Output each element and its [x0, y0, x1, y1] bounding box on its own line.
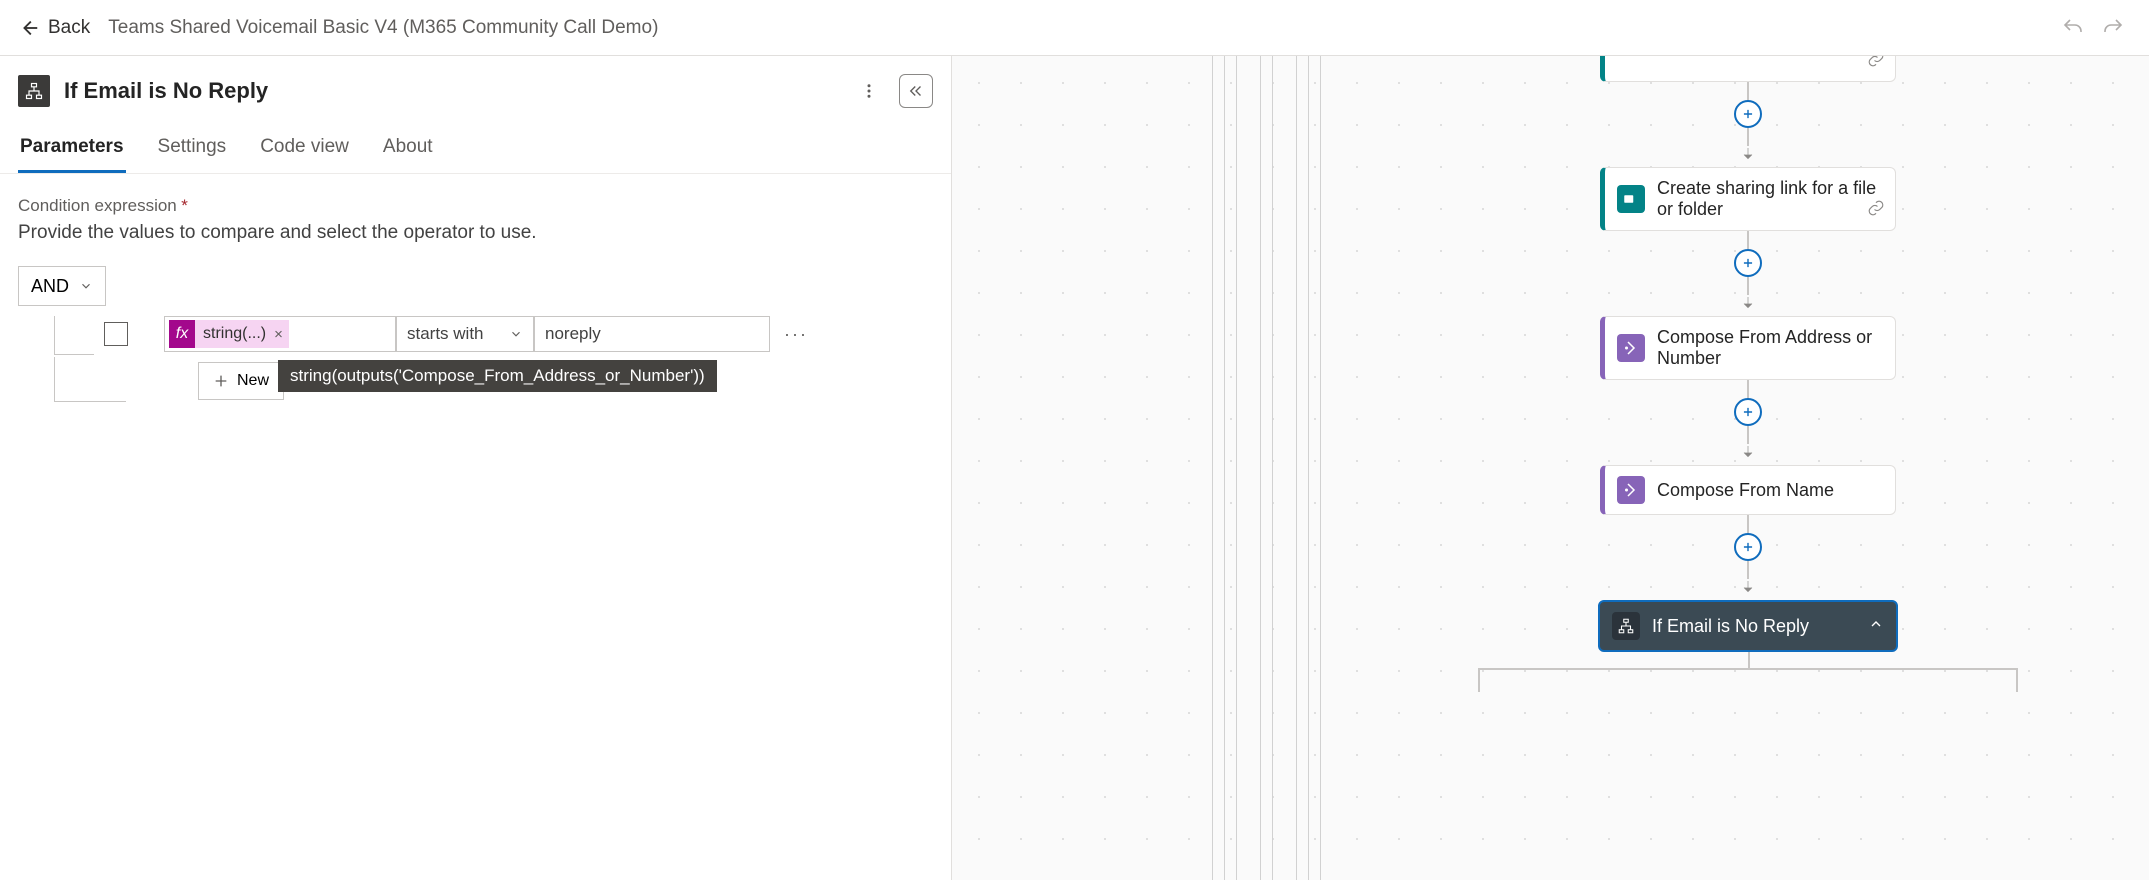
expression-token[interactable]: fx string(...) × — [169, 320, 289, 348]
panel-tabs: Parameters Settings Code view About — [0, 112, 951, 174]
sharepoint-icon: S — [1617, 185, 1645, 213]
group-operator-value: AND — [31, 276, 69, 297]
top-bar: Back Teams Shared Voicemail Basic V4 (M3… — [0, 0, 2149, 56]
expression-token-label: string(...) — [195, 325, 274, 343]
flow-canvas[interactable]: S Create sharing link for a file or fold… — [952, 56, 2149, 880]
config-panel: If Email is No Reply Parameters Settings… — [0, 56, 952, 880]
condition-left-operand[interactable]: fx string(...) × — [164, 316, 396, 352]
flow-card-sharing-link[interactable]: S Create sharing link for a file or fold… — [1600, 167, 1896, 231]
condition-operator-dropdown[interactable]: starts with — [396, 316, 534, 352]
condition-field-label: Condition expression — [18, 196, 177, 215]
redo-icon — [2101, 16, 2125, 40]
back-label: Back — [48, 17, 90, 39]
condition-right-value: noreply — [545, 324, 601, 344]
remove-token-button[interactable]: × — [274, 326, 289, 343]
collapse-node-button[interactable] — [1868, 616, 1884, 637]
flow-card-condition-selected[interactable]: If Email is No Reply — [1598, 600, 1898, 652]
canvas-grid — [952, 56, 2149, 880]
condition-node-icon-chip — [18, 75, 50, 107]
flow-title: Teams Shared Voicemail Basic V4 (M365 Co… — [108, 17, 658, 39]
insert-step-button[interactable] — [1734, 249, 1762, 277]
flow-card-compose-name[interactable]: Compose From Name — [1600, 465, 1896, 515]
back-button[interactable]: Back — [18, 17, 90, 39]
flow-card-compose-from[interactable]: Compose From Address or Number — [1600, 316, 1896, 380]
kebab-icon — [860, 82, 878, 100]
flow-card-label: Compose From Name — [1657, 480, 1834, 501]
undo-icon — [2061, 16, 2085, 40]
new-condition-label: New — [237, 372, 269, 390]
insert-step-button[interactable] — [1734, 100, 1762, 128]
chevron-down-icon — [79, 279, 93, 293]
condition-field-help: Provide the values to compare and select… — [18, 222, 933, 244]
fx-icon: fx — [169, 320, 195, 348]
flow-card-label: Compose From Address or Number — [1657, 327, 1883, 369]
condition-icon — [24, 81, 44, 101]
chevron-down-icon — [509, 327, 523, 341]
tab-about[interactable]: About — [381, 136, 435, 173]
link-icon — [1867, 199, 1885, 222]
condition-row-more[interactable]: ··· — [784, 324, 808, 345]
link-icon — [1867, 56, 1885, 73]
collapse-panel-button[interactable] — [899, 74, 933, 108]
condition-right-operand[interactable]: noreply — [534, 316, 770, 352]
condition-row-checkbox[interactable] — [104, 322, 128, 346]
insert-step-button[interactable] — [1734, 398, 1762, 426]
undo-button[interactable] — [2055, 10, 2091, 46]
svg-text:S: S — [1627, 196, 1632, 203]
arrow-left-icon — [18, 17, 40, 39]
condition-icon — [1612, 612, 1640, 640]
panel-title: If Email is No Reply — [64, 78, 839, 104]
flow-card-partial[interactable] — [1600, 56, 1896, 82]
flow-card-label: Create sharing link for a file or folder — [1657, 178, 1883, 220]
condition-operator-value: starts with — [407, 324, 484, 344]
expression-tooltip: string(outputs('Compose_From_Address_or_… — [278, 360, 717, 392]
tab-code-view[interactable]: Code view — [258, 136, 351, 173]
compose-icon — [1617, 476, 1645, 504]
chevrons-left-icon — [907, 82, 925, 100]
panel-more-button[interactable] — [853, 75, 885, 107]
compose-icon — [1617, 334, 1645, 362]
tab-settings[interactable]: Settings — [156, 136, 229, 173]
insert-step-button[interactable] — [1734, 533, 1762, 561]
flow-card-label: If Email is No Reply — [1652, 616, 1809, 637]
group-operator-dropdown[interactable]: AND — [18, 266, 106, 306]
tab-parameters[interactable]: Parameters — [18, 136, 126, 173]
new-condition-button[interactable]: New — [198, 362, 284, 400]
required-indicator: * — [181, 196, 188, 215]
redo-button[interactable] — [2095, 10, 2131, 46]
plus-icon — [213, 373, 229, 389]
